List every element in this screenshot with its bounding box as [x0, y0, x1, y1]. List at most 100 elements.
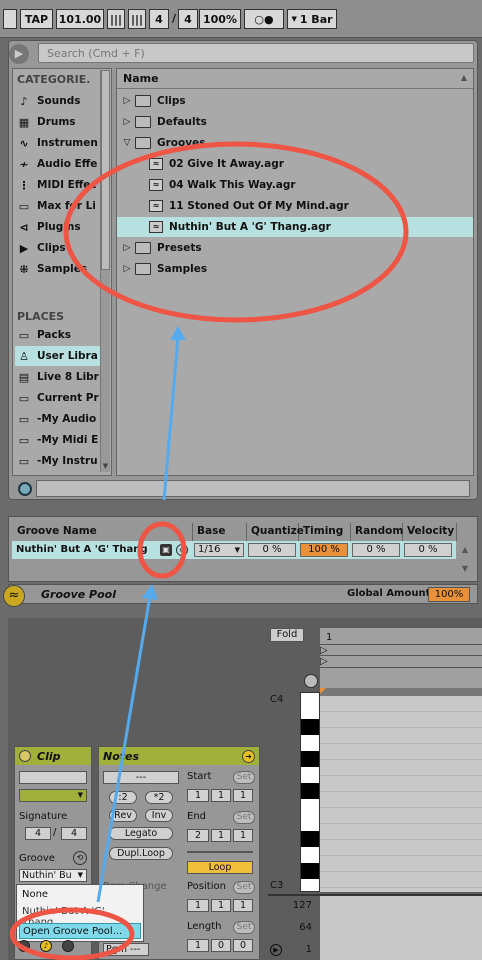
name-column-header[interactable]: Name ▲ — [117, 69, 473, 89]
clip-activator-icon[interactable] — [19, 750, 31, 762]
follow-toggle[interactable]: ○● — [244, 9, 284, 29]
save-groove-icon[interactable]: ▣ — [160, 544, 172, 556]
browser-toggle-icon[interactable]: ▶ — [9, 44, 29, 64]
commit-groove-icon[interactable]: ⊛ — [176, 544, 188, 556]
black-key[interactable] — [301, 719, 319, 735]
velocity-lane[interactable] — [320, 894, 482, 960]
velocity-play-icon[interactable]: ▶ — [270, 944, 282, 956]
start-set-button[interactable]: Set — [233, 771, 255, 784]
base-select[interactable]: 1/16 ▼ — [194, 543, 244, 557]
category-drums[interactable]: ▦ Drums — [15, 112, 101, 132]
category-clips[interactable]: ▶ Clips — [15, 238, 101, 258]
velocity-field[interactable]: 0 % — [404, 543, 452, 557]
groove-pool-icon[interactable]: ≈ — [3, 585, 25, 607]
category-instruments[interactable]: ∿ Instrumen — [15, 133, 101, 153]
metronome-toggle[interactable] — [3, 9, 17, 29]
black-key[interactable] — [301, 831, 319, 847]
scroll-down-icon[interactable]: ▼ — [101, 462, 110, 470]
place-current-project[interactable]: ▭ Current Pr — [15, 388, 101, 408]
expand-arrow-icon[interactable]: ▷ — [121, 96, 133, 106]
groove-file-row[interactable]: ≈04 Walk This Way.agr — [117, 175, 473, 195]
quantize-header[interactable]: Quantize — [247, 523, 304, 541]
global-amount-field[interactable]: 100% — [428, 587, 470, 602]
end-set-button[interactable]: Set — [233, 811, 255, 824]
length-sixteenth[interactable]: 0 — [233, 939, 253, 952]
end-bar[interactable]: 2 — [187, 829, 209, 842]
position-set-button[interactable]: Set — [233, 881, 255, 894]
place-user-library[interactable]: ♙ User Libra — [15, 346, 101, 366]
place-my-audio[interactable]: ▭ -My Audio — [15, 409, 101, 429]
start-marker[interactable]: ▷ — [320, 644, 482, 656]
base-header[interactable]: Base — [193, 523, 247, 541]
launch-toggle-icon[interactable] — [62, 940, 74, 952]
position-beat[interactable]: 1 — [211, 899, 231, 912]
scroll-up-icon[interactable]: ▲ — [459, 545, 471, 554]
quantize-menu[interactable]: ▼ 1 Bar — [287, 9, 337, 29]
folder-row-samples[interactable]: ▷ Samples — [117, 259, 473, 279]
velocity-header[interactable]: Velocity — [403, 523, 457, 541]
zoom-field[interactable]: 100% — [199, 9, 241, 29]
category-midi-effects[interactable]: ⋮ MIDI Effec — [15, 175, 101, 195]
end-beat[interactable]: 1 — [211, 829, 231, 842]
length-set-button[interactable]: Set — [233, 921, 255, 934]
nudge-down-button[interactable]: ||| — [107, 9, 125, 29]
position-sixteenth[interactable]: 1 — [233, 899, 253, 912]
preview-waveform[interactable] — [36, 480, 470, 497]
pool-scrollbar[interactable]: ▲ ▼ — [459, 545, 471, 579]
reverse-button[interactable]: Rev — [109, 809, 137, 822]
notes-toggle-icon[interactable]: ♪ — [40, 940, 52, 952]
scrollbar-thumb[interactable] — [101, 70, 110, 270]
category-samples[interactable]: ⁜ Samples — [15, 259, 101, 279]
piano-keys[interactable] — [300, 692, 320, 892]
menu-item-none[interactable]: None — [19, 887, 141, 903]
headphones-icon[interactable] — [18, 482, 32, 496]
menu-item-open-groove-pool[interactable]: Open Groove Pool... — [19, 923, 141, 939]
timing-field[interactable]: 100 % — [300, 543, 348, 557]
category-max-for-live[interactable]: ▭ Max for Li — [15, 196, 101, 216]
position-bar[interactable]: 1 — [187, 899, 209, 912]
start-bar[interactable]: 1 — [187, 789, 209, 802]
folder-row-clips[interactable]: ▷ Clips — [117, 91, 473, 111]
loop-brace[interactable]: ▷ — [320, 656, 482, 668]
groove-file-row[interactable]: ≈11 Stoned Out Of My Mind.agr — [117, 196, 473, 216]
sort-up-icon[interactable]: ▲ — [461, 73, 467, 82]
hot-swap-icon[interactable]: ⟲ — [73, 851, 87, 865]
signature-numerator[interactable]: 4 — [149, 9, 169, 29]
clip-color-select[interactable]: ▼ — [19, 789, 87, 802]
place-live-8-library[interactable]: ▤ Live 8 Libr — [15, 367, 101, 387]
groove-file-row[interactable]: ≈02 Give It Away.agr — [117, 154, 473, 174]
scroll-down-icon[interactable]: ▼ — [459, 564, 471, 573]
groove-select[interactable]: Nuthin' Bu ▼ — [19, 869, 87, 882]
random-header[interactable]: Random — [351, 523, 403, 541]
timing-header[interactable]: Timing — [299, 523, 351, 541]
playhead-icon[interactable] — [320, 688, 326, 694]
expand-arrow-icon[interactable]: ▷ — [121, 117, 133, 127]
folder-row-defaults[interactable]: ▷ Defaults — [117, 112, 473, 132]
expand-arrow-icon[interactable]: ▷ — [121, 264, 133, 274]
nudge-up-button[interactable]: ||| — [128, 9, 146, 29]
groove-file-row-selected[interactable]: ≈ Nuthin' But A 'G' Thang.agr — [117, 217, 473, 237]
menu-item-groove[interactable]: Nuthin' But A 'G' Thang — [19, 904, 141, 928]
black-key[interactable] — [301, 751, 319, 767]
length-beat[interactable]: 0 — [211, 939, 231, 952]
place-my-midi[interactable]: ▭ -My Midi E — [15, 430, 101, 450]
fold-button[interactable]: Fold — [270, 628, 304, 642]
tempo-field[interactable]: 101.00 — [56, 9, 104, 29]
categories-scrollbar[interactable]: ▼ — [100, 70, 110, 472]
tap-button[interactable]: TAP — [20, 9, 53, 29]
clip-name-field[interactable] — [19, 771, 87, 784]
black-key[interactable] — [301, 863, 319, 879]
collapse-arrow-icon[interactable]: ▽ — [121, 138, 133, 148]
note-grid[interactable] — [320, 696, 482, 892]
start-sixteenth[interactable]: 1 — [233, 789, 253, 802]
clip-signature-denominator[interactable]: 4 — [61, 827, 87, 840]
random-field[interactable]: 0 % — [352, 543, 400, 557]
loop-toggle[interactable]: Loop — [187, 861, 253, 874]
category-sounds[interactable]: ♪ Sounds — [15, 91, 101, 111]
double-button[interactable]: *2 — [145, 791, 173, 804]
preview-headphones-icon[interactable] — [304, 674, 318, 688]
quantize-field[interactable]: 0 % — [248, 543, 296, 557]
invert-button[interactable]: Inv — [145, 809, 173, 822]
forward-arrow-icon[interactable]: ➜ — [242, 749, 255, 763]
start-beat[interactable]: 1 — [211, 789, 231, 802]
